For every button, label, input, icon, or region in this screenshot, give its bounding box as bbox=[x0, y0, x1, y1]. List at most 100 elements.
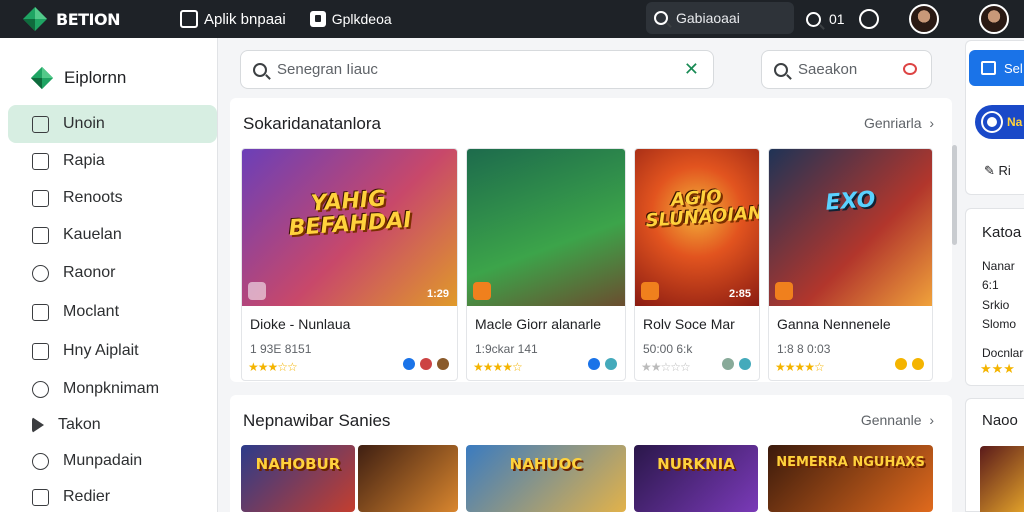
right-link[interactable]: ✎ Ri bbox=[984, 163, 1011, 179]
top-bar: BETION Aplik bnpaai Gplkdeoa Gabiaoaai 0… bbox=[0, 0, 1024, 38]
see-more-link[interactable]: Genriarla › bbox=[864, 115, 934, 131]
sidebar-item-rapia[interactable]: Rapia bbox=[8, 142, 217, 180]
section-title: Nepnawibar Sanies bbox=[243, 411, 391, 430]
list-icon bbox=[32, 189, 49, 207]
sidebar-item-label: Takon bbox=[58, 416, 101, 433]
sidebar-item-label: Monpknimam bbox=[63, 380, 160, 397]
search-placeholder: Saeakon bbox=[798, 61, 858, 78]
pill-label: Na bbox=[1007, 115, 1023, 129]
see-more-label: Genriarla bbox=[863, 115, 922, 131]
game-card[interactable]: NURKNIA bbox=[634, 445, 758, 512]
platform-icon bbox=[722, 358, 734, 370]
platform-icon bbox=[912, 358, 924, 370]
nav-item-apps[interactable]: Aplik bnpaai bbox=[180, 10, 286, 28]
avatar-secondary[interactable] bbox=[978, 4, 1009, 34]
game-card[interactable]: AGIO SLUNAOIAN 2:85 Rolv Soce Mar 50:00 … bbox=[634, 148, 760, 381]
button-label: Sel bbox=[1004, 60, 1023, 76]
card-meta: 50:00 6:k bbox=[643, 342, 693, 356]
sidebar-item-label: Renoots bbox=[63, 189, 123, 206]
sidebar-item-label: Redier bbox=[63, 488, 111, 505]
edit-icon bbox=[32, 488, 49, 506]
sidebar-item-monpknimam[interactable]: Monpknimam bbox=[8, 370, 217, 408]
see-more-label: Gennanle bbox=[860, 412, 922, 428]
secondary-search-input[interactable]: Saeakon bbox=[761, 50, 932, 89]
platform-icon bbox=[437, 358, 449, 370]
scrollbar[interactable] bbox=[952, 145, 957, 245]
card-title: Dioke - Nunlaua bbox=[250, 316, 351, 332]
card-meta: 1:9ckar 141 bbox=[475, 342, 538, 356]
card-meta: 1 93E 8151 bbox=[250, 342, 312, 356]
search-placeholder: Gabiaoaai bbox=[676, 10, 740, 26]
main-search-input[interactable]: Senegran Iiauc ✕ bbox=[240, 50, 714, 89]
sidebar-item-label: Unoin bbox=[63, 115, 105, 132]
brand[interactable]: BETION bbox=[22, 6, 150, 32]
search-icon bbox=[253, 62, 267, 77]
sidebar-item-unoin[interactable]: Unoin bbox=[8, 105, 217, 143]
badge-icon bbox=[32, 264, 49, 282]
sidebar-item-renoots[interactable]: Renoots bbox=[8, 179, 217, 217]
sidebar-item-raonor[interactable]: Raonor bbox=[8, 254, 217, 292]
game-thumbnail: AGIO SLUNAOIAN 2:85 bbox=[635, 149, 759, 306]
clear-icon[interactable]: ✕ bbox=[684, 59, 699, 80]
pencil-icon: ✎ bbox=[984, 163, 995, 178]
calendar-icon bbox=[32, 226, 49, 244]
sidebar-item-label: Kauelan bbox=[63, 226, 122, 243]
game-card[interactable]: EXO Ganna Nennenele 1:8 8 0:03 ★★★★☆ bbox=[768, 148, 933, 381]
counter: 01 bbox=[829, 11, 845, 27]
game-card[interactable]: YAHIG BEFAHDAI 1:29 Dioke - Nunlaua 1 93… bbox=[241, 148, 458, 381]
settings-icon[interactable] bbox=[858, 9, 879, 29]
duration: 2:85 bbox=[728, 288, 751, 300]
thumbnail-art-text: NAHOBUR bbox=[255, 455, 341, 473]
card-title: Rolv Soce Mar bbox=[643, 316, 735, 332]
sidebar-header[interactable]: Eiplornn bbox=[0, 38, 217, 100]
sidebar-item-aiplait[interactable]: Hny Aiplait bbox=[8, 332, 217, 370]
sidebar-item-kauelan[interactable]: Kauelan bbox=[8, 216, 217, 254]
see-more-link[interactable]: Gennanle › bbox=[861, 412, 934, 428]
sidebar-item-label: Moclant bbox=[63, 303, 120, 320]
sidebar-item-takon[interactable]: Takon bbox=[8, 406, 217, 444]
nav-item-store[interactable]: Gplkdeoa bbox=[309, 11, 392, 27]
thumbnail-art-text: AGIO SLUNAOIAN bbox=[644, 186, 759, 232]
game-card[interactable]: NAHOBUR bbox=[241, 445, 355, 512]
sidebar-item-label: Rapia bbox=[63, 152, 105, 169]
panel-line: Srkio bbox=[982, 298, 1010, 312]
search-icon[interactable] bbox=[806, 11, 821, 27]
game-thumbnail[interactable] bbox=[980, 446, 1024, 512]
media-badge-icon bbox=[775, 282, 793, 300]
link-label: Ri bbox=[998, 163, 1011, 178]
sidebar-item-moclant[interactable]: Moclant bbox=[8, 293, 217, 331]
document-icon bbox=[32, 303, 49, 321]
sidebar-item-munpadain[interactable]: Munpadain bbox=[8, 442, 217, 480]
rating-stars: ★★★ bbox=[980, 361, 1015, 376]
thumbnail-art-text: NAHUOC bbox=[509, 455, 583, 473]
rating-stars: ★★★★☆ bbox=[473, 360, 523, 374]
platform-icon bbox=[588, 358, 600, 370]
panel-title: Katoa bbox=[982, 224, 1022, 241]
thumbnail-art-text: NURKNIA bbox=[657, 455, 735, 473]
record-icon[interactable] bbox=[903, 63, 917, 75]
search-icon bbox=[654, 11, 668, 25]
platform-icon bbox=[895, 358, 907, 370]
square-icon bbox=[32, 152, 49, 170]
platform-icon bbox=[605, 358, 617, 370]
sidebar-title: Eiplornn bbox=[64, 67, 127, 87]
game-card[interactable]: NAHUOC bbox=[466, 445, 626, 512]
game-card[interactable]: NEMERRA NGUHAXS bbox=[768, 445, 933, 512]
avatar[interactable] bbox=[908, 4, 939, 34]
game-card[interactable]: Macle Giorr alanarle 1:9ckar 141 ★★★★☆ bbox=[466, 148, 626, 381]
calendar-button[interactable]: Sel bbox=[969, 50, 1024, 86]
thumbnail-art-text: EXO bbox=[824, 187, 877, 216]
thumbnail-art-text: YAHIG BEFAHDAI bbox=[288, 186, 413, 242]
sidebar-item-redier[interactable]: Redier bbox=[8, 478, 217, 512]
top-search-input[interactable]: Gabiaoaai bbox=[646, 2, 794, 34]
platform-icon bbox=[739, 358, 751, 370]
platform-icon bbox=[403, 358, 415, 370]
file-icon bbox=[32, 342, 49, 360]
game-card[interactable] bbox=[358, 445, 458, 512]
game-thumbnail: YAHIG BEFAHDAI 1:29 bbox=[242, 149, 457, 306]
card-title: Ganna Nennenele bbox=[777, 316, 891, 332]
promo-pill[interactable]: Na bbox=[975, 105, 1024, 139]
store-icon bbox=[309, 11, 326, 27]
rating-stars: ★★★★☆ bbox=[775, 360, 825, 374]
card-meta: 1:8 8 0:03 bbox=[777, 342, 831, 356]
